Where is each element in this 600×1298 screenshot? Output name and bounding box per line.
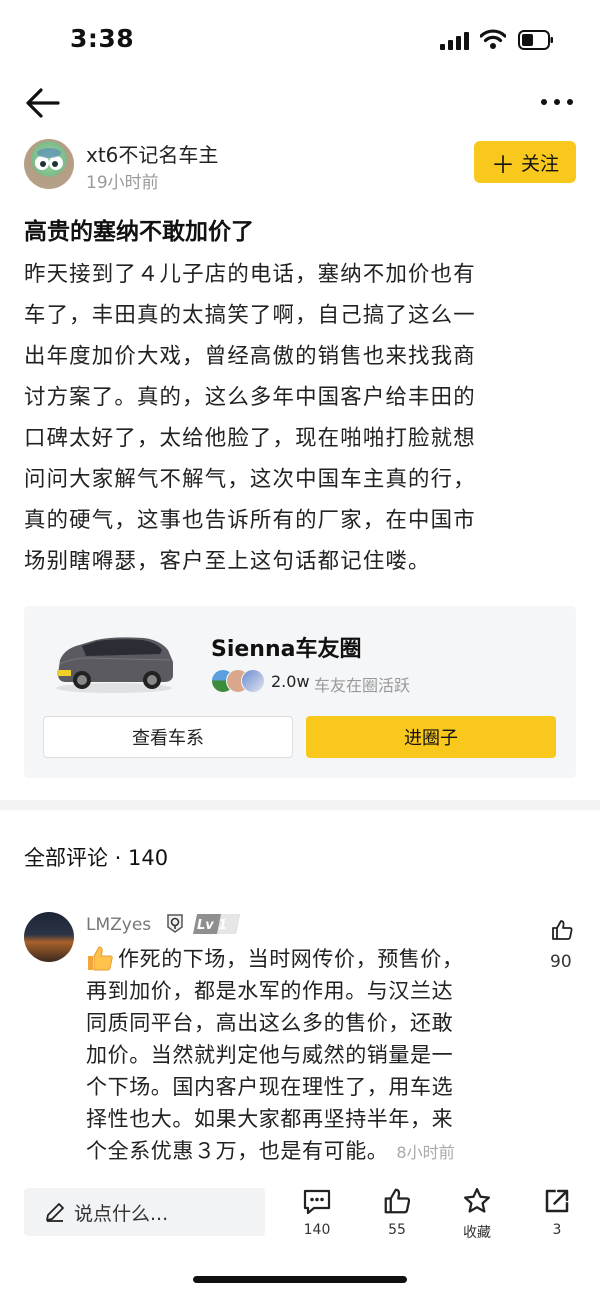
- follow-button[interactable]: ＋ 关注: [474, 141, 576, 183]
- member-avatars: [211, 669, 267, 693]
- post-line: 车了，丰田真的太搞笑了啊，自己搞了这么一: [24, 303, 476, 328]
- share-count: 3: [552, 1222, 562, 1238]
- author-avatar[interactable]: [24, 139, 74, 189]
- battery-icon: [518, 30, 553, 50]
- comment-line: 同质同平台，高出这么多的售价，还敢: [86, 1011, 454, 1035]
- favorite-action[interactable]: 收藏: [447, 1186, 507, 1242]
- more-options-icon[interactable]: [540, 96, 574, 108]
- commenter-name[interactable]: LMZyes: [86, 915, 151, 935]
- active-text: 车友在圈活跃: [314, 676, 411, 695]
- level-badge: Lv 1: [193, 914, 240, 934]
- favorite-label: 收藏: [463, 1225, 491, 1241]
- plus-icon: ＋: [490, 150, 515, 179]
- post-line: 讨方案了。真的，这么多年中国客户给丰田的: [24, 385, 476, 410]
- pencil-icon: [46, 1203, 64, 1222]
- comment-line: 加价。当然就判定他与威然的销量是一: [86, 1043, 454, 1067]
- wifi-icon: [480, 29, 506, 49]
- comment-line-text: 作死的下场，当时网传价，预售价，: [118, 947, 464, 971]
- comment-line: 个全系优惠３万，也是有可能。 8小时前: [86, 1135, 526, 1169]
- level-text: Lv 1: [197, 918, 227, 933]
- verified-owner-icon: [167, 914, 183, 933]
- comment-icon: [303, 1189, 331, 1215]
- comment-like-count: 90: [550, 952, 572, 972]
- post-line: 问问大家解气不解气，这次中国车主真的行，: [24, 467, 476, 492]
- commenter-avatar[interactable]: [24, 912, 74, 962]
- comment-line: 个下场。国内客户现在理性了，用车选: [86, 1075, 454, 1099]
- member-count: 2.0w: [271, 672, 310, 691]
- section-divider: [0, 800, 600, 810]
- post-body: 昨天接到了４儿子店的电话，塞纳不加价也有 车了，丰田真的太搞笑了啊，自己搞了这么…: [24, 254, 572, 582]
- comments-header: 全部评论 · 140: [24, 846, 169, 870]
- post-line: 口碑太好了，太给他脸了，现在啪啪打脸就想: [24, 426, 476, 451]
- cellular-signal-icon: [440, 30, 470, 50]
- author-name[interactable]: xt6不记名车主: [86, 139, 218, 168]
- comment-line-text: 个全系优惠３万，也是有可能。: [86, 1139, 389, 1163]
- post-line: 出年度加价大戏，曾经高傲的销售也来找我商: [24, 344, 476, 369]
- comment-input[interactable]: 说点什么...: [24, 1188, 265, 1236]
- comment-time: 8小时前: [396, 1143, 455, 1162]
- comment-count: 140: [303, 1222, 331, 1238]
- star-icon: [464, 1188, 490, 1213]
- share-icon: [545, 1189, 569, 1213]
- thumbs-up-icon: [384, 1188, 411, 1214]
- comment-line: 择性也大。如果大家都再坚持半年，来: [86, 1107, 454, 1131]
- comment-action[interactable]: 140: [287, 1188, 347, 1238]
- post-line: 场别瞎嘚瑟，客户至上这句话都记住喽。: [24, 549, 431, 574]
- post-line: 真的硬气，这事也告诉所有的厂家，在中国市: [24, 508, 476, 533]
- minivan-image: [56, 637, 173, 693]
- member-avatar: [241, 669, 265, 693]
- comment-line: 再到加价，都是水军的作用。与汉兰达: [86, 979, 454, 1003]
- home-indicator[interactable]: [193, 1276, 407, 1283]
- view-series-button[interactable]: 查看车系: [43, 716, 293, 758]
- post-time: 19小时前: [86, 173, 159, 193]
- post-title: 高贵的塞纳不敢加价了: [24, 219, 254, 245]
- comment-input-placeholder: 说点什么...: [74, 1202, 169, 1225]
- enter-circle-button[interactable]: 进圈子: [306, 716, 556, 758]
- thumbs-up-icon[interactable]: [550, 918, 574, 942]
- like-count: 55: [388, 1222, 406, 1238]
- back-arrow-icon[interactable]: [24, 86, 62, 120]
- thumbs-up-emoji-icon: [88, 946, 113, 971]
- post-line: 昨天接到了４儿子店的电话，塞纳不加价也有: [24, 262, 476, 287]
- share-action[interactable]: 3: [527, 1186, 587, 1238]
- follow-label: 关注: [520, 152, 559, 175]
- status-time: 3:38: [70, 24, 135, 53]
- like-action[interactable]: 55: [367, 1186, 427, 1238]
- comment-body: 作死的下场，当时网传价，预售价， 再到加价，都是水军的作用。与汉兰达 同质同平台…: [86, 943, 526, 1169]
- circle-name[interactable]: Sienna车友圈: [211, 631, 361, 663]
- comment-line: 作死的下场，当时网传价，预售价，: [86, 943, 526, 975]
